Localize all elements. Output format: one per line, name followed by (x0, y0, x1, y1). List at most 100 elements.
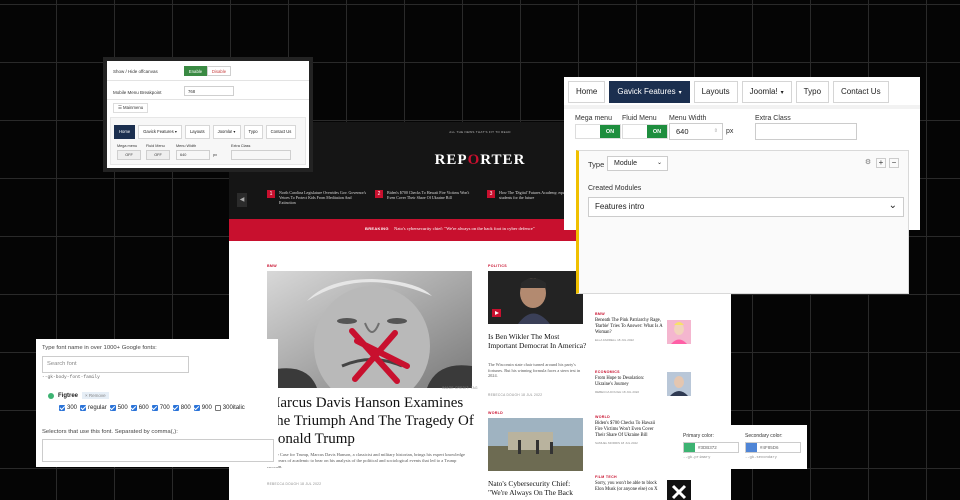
primary-color-picker[interactable]: #3DB372 (683, 442, 739, 453)
extra-class-input[interactable] (231, 150, 291, 160)
main-headline[interactable]: Marcus Davis Hanson Examines The Triumph… (267, 394, 477, 448)
primary-color-swatch (684, 443, 695, 452)
menu-width-input[interactable]: 640 ⇳ (669, 123, 723, 140)
menu-item-layouts[interactable]: Layouts (184, 125, 210, 139)
right-story[interactable]: BMW Beneath The Pink Patriarchy Rage, 'B… (595, 312, 663, 342)
menu-width-input[interactable]: 640 (176, 150, 210, 160)
remove-icon[interactable]: − (889, 158, 899, 168)
right-story-thumb[interactable] (667, 320, 691, 344)
primary-color-var: --gk-primary (683, 456, 711, 460)
weight-label: 300 (67, 405, 78, 411)
created-modules-value: Features intro (595, 202, 645, 211)
right-story-byline: ELLA FARRELL 18 JUL 2022 (595, 338, 634, 342)
chevron-down-icon: ⌄ (656, 160, 662, 166)
fluid-menu-toggle[interactable]: OFF (146, 150, 170, 160)
right-story-category: WORLD (595, 415, 611, 419)
selectors-textarea[interactable] (42, 439, 274, 462)
font-search-input[interactable]: Search font (42, 356, 189, 373)
submenu-config-box: Type Module ⌄ ⚙ + − Created Modules Featu… (576, 150, 909, 294)
type-select[interactable]: Module ⌄ (607, 156, 668, 171)
menu-width-label: Menu Width (669, 115, 707, 122)
ticker-item[interactable]: 2 Biden's $700 Checks To Hawaii Fire Vic… (375, 190, 475, 200)
extra-class-label: Extra Class (231, 144, 251, 148)
checkbox-unchecked-icon (214, 405, 221, 411)
created-modules-select[interactable]: Features intro ⌄ (588, 197, 904, 217)
menu-item-gavick-features[interactable]: Gavick Features ▾ (609, 81, 690, 103)
weight-checkbox[interactable]: 300 (59, 405, 77, 411)
ticker-item[interactable]: 1 North Carolina Legislature Overrides G… (267, 190, 367, 205)
weight-checkbox[interactable]: 700 (151, 405, 170, 411)
menu-item-label: Joomla! (749, 87, 778, 96)
mega-menu-toggle[interactable]: ON (575, 124, 621, 139)
ticker-prev-icon[interactable]: ◀ (237, 193, 247, 207)
menu-item-home[interactable]: Home (114, 125, 136, 139)
weight-checkbox[interactable]: 900 (193, 405, 212, 411)
checkbox-checked-icon (172, 405, 179, 411)
menu-width-unit: px (726, 128, 734, 135)
mid-story-image[interactable] (488, 271, 583, 324)
stepper-icon[interactable]: ⇳ (714, 124, 718, 139)
weight-checkbox[interactable]: regular (80, 405, 107, 411)
type-label: Type (588, 160, 605, 169)
right-story-title: From Hope to Desolation: Ukraine's Journ… (595, 376, 645, 387)
breakpoint-input[interactable]: 768 (184, 86, 234, 96)
fluid-menu-toggle[interactable]: ON (622, 124, 668, 139)
toggle-state: ON (600, 125, 620, 138)
right-story[interactable]: FILM TECH Sorry, you won't be able to bl… (595, 475, 663, 493)
tab-mainmenu[interactable]: ☰ Mainmenu (113, 103, 149, 113)
mid-story-excerpt: The Wisconsin state chair turned around … (488, 362, 581, 379)
offcanvas-disable-button[interactable]: Disable (207, 66, 231, 76)
checkbox-checked-icon (151, 405, 158, 411)
remove-font-button[interactable]: × Remove (82, 392, 109, 399)
breaking-label: BREAKING (365, 226, 389, 231)
weight-checkbox[interactable]: 300italic (214, 405, 245, 411)
weight-label: 800 (180, 405, 191, 411)
weight-checkbox[interactable]: 600 (130, 405, 149, 411)
menu-item-contact[interactable]: Contact Us (833, 81, 889, 103)
chevron-down-icon: ▾ (780, 90, 784, 96)
weight-checkbox[interactable]: 800 (172, 405, 191, 411)
mid-story-title-2[interactable]: Nato's Cybersecurity Chief: "We're Alway… (488, 479, 588, 497)
right-story-thumb[interactable] (667, 372, 691, 396)
main-byline: REBECCA DOUGH 18 JUL 2022 (267, 482, 322, 486)
right-story-thumb[interactable] (667, 480, 691, 500)
site-logo-part-2: RTER (480, 152, 526, 168)
right-story[interactable]: WORLD Biden's $700 Checks To Hawaii Fire… (595, 415, 663, 445)
menu-bar-small: Home Gavick Features ▾ Layouts Joomla! ▾… (114, 125, 297, 139)
add-icon[interactable]: + (876, 158, 886, 168)
main-story-image[interactable] (267, 271, 472, 388)
weight-checkbox[interactable]: 500 (109, 405, 128, 411)
mid-story-image-2[interactable] (488, 418, 583, 471)
gear-icon[interactable]: ⚙ (864, 159, 872, 167)
menu-item-label: Typo (803, 87, 822, 96)
site-logo-part-1: REP (434, 152, 468, 168)
ticker-number: 3 (487, 190, 495, 198)
check-circle-icon (48, 392, 54, 399)
mega-menu-label: Mega menu (575, 115, 612, 122)
menu-item-typo[interactable]: Typo (795, 81, 830, 103)
menu-item-gavick-features[interactable]: Gavick Features ▾ (138, 125, 182, 139)
main-category[interactable]: BMW (267, 264, 277, 268)
secondary-color-picker[interactable]: #4F85D6 (745, 442, 801, 453)
menu-item-joomla[interactable]: Joomla! ▾ (741, 81, 792, 103)
mega-menu-toggle[interactable]: OFF (117, 150, 141, 160)
selectors-label: Selectors that use this font. Separated … (42, 429, 178, 435)
extra-class-input[interactable] (755, 123, 857, 140)
main-excerpt: In The Case for Trump, Marcus Davis Hans… (267, 452, 466, 469)
menu-item-typo[interactable]: Typo (243, 125, 263, 139)
menu-item-home[interactable]: Home (568, 81, 606, 103)
panel-body: Show / Hide offcanvas Enable Disable Mob… (107, 61, 309, 168)
chevron-down-icon: ⌄ (888, 200, 897, 211)
right-story-title: Beneath The Pink Patriarchy Rage, 'Barbi… (595, 318, 663, 335)
right-story[interactable]: ECONOMICS From Hope to Desolation: Ukrai… (595, 370, 663, 394)
menu-item-layouts[interactable]: Layouts (693, 81, 738, 103)
breaking-text[interactable]: Nato's cybersecurity chief: "We're alway… (394, 226, 535, 231)
menu-item-contact[interactable]: Contact Us (265, 125, 297, 139)
mid-category-2[interactable]: WORLD (488, 411, 503, 415)
mid-category[interactable]: POLITICS (488, 264, 507, 268)
primary-color-hex: #3DB372 (698, 445, 717, 450)
mid-story-title[interactable]: Is Ben Wikler The Most Important Democra… (488, 332, 588, 350)
menu-item-joomla[interactable]: Joomla! ▾ (212, 125, 241, 139)
right-story-title: Sorry, you won't be able to block Elon M… (595, 481, 658, 492)
offcanvas-enable-button[interactable]: Enable (184, 66, 207, 76)
